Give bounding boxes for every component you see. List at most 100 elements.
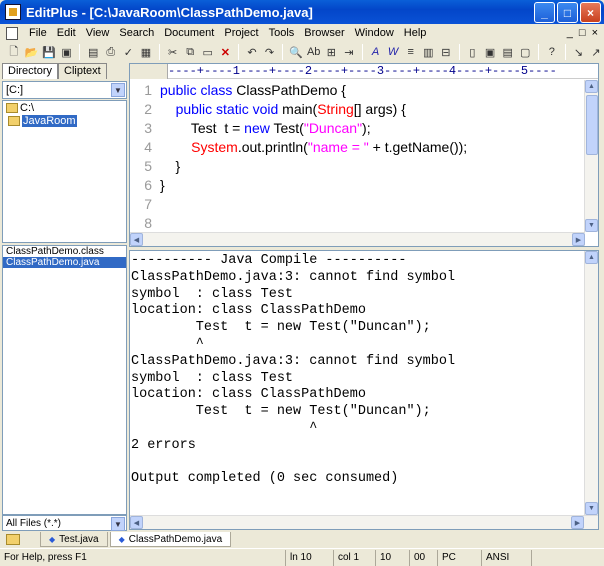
folder-icon[interactable] <box>6 534 20 545</box>
menu-project[interactable]: Project <box>219 27 263 39</box>
file-list-item-selected[interactable]: ClassPathDemo.java <box>3 257 126 268</box>
font-icon[interactable]: A <box>368 44 384 60</box>
menu-search[interactable]: Search <box>114 27 159 39</box>
line-number: 2 <box>144 100 152 117</box>
mdi-close-button[interactable]: × <box>592 27 598 39</box>
vertical-scrollbar[interactable]: ▲ ▼ <box>584 80 598 232</box>
code-line[interactable]: 3 Test t = new Test("Duncan"); <box>130 118 585 137</box>
tab-directory[interactable]: Directory <box>2 63 59 79</box>
code-line[interactable]: 4 System.out.println("name = " + t.getNa… <box>130 137 585 156</box>
word-wrap-icon[interactable]: W <box>385 44 401 60</box>
delete-icon[interactable]: ✕ <box>218 44 234 60</box>
save-all-icon[interactable]: ▣ <box>59 44 75 60</box>
maximize-button[interactable]: □ <box>557 2 578 23</box>
scroll-right-icon[interactable]: ▶ <box>572 233 585 246</box>
new-file-icon[interactable]: 🗋 <box>6 44 22 60</box>
scroll-left-icon[interactable]: ◀ <box>130 233 143 246</box>
menu-document[interactable]: Document <box>159 27 219 39</box>
menu-view[interactable]: View <box>81 27 115 39</box>
file-filter-value: All Files (*.*) <box>6 517 62 529</box>
scroll-up-icon[interactable]: ▲ <box>585 80 598 93</box>
output-line: symbol : class Test <box>131 286 294 302</box>
mdi-restore-button[interactable]: □ <box>579 27 586 39</box>
scroll-up-icon[interactable]: ▲ <box>585 251 598 264</box>
column-select-icon[interactable]: ⊟ <box>438 44 454 60</box>
find-icon[interactable]: 🔍 <box>288 44 304 60</box>
goto-icon[interactable]: ⇥ <box>341 44 357 60</box>
code-text: public class ClassPathDemo { <box>160 81 346 98</box>
output-vertical-scrollbar[interactable]: ▲ ▼ <box>584 251 598 515</box>
print-icon[interactable]: ⎙ <box>103 44 119 60</box>
tile-icon[interactable]: ▯ <box>465 44 481 60</box>
undo-icon[interactable]: ↶ <box>244 44 260 60</box>
find-in-files-icon[interactable]: ⊞ <box>324 44 340 60</box>
paste-icon[interactable]: ▭ <box>200 44 216 60</box>
ruler-icon[interactable]: ▥ <box>420 44 436 60</box>
redo-icon[interactable]: ↷ <box>262 44 278 60</box>
folder-open-icon <box>8 115 20 126</box>
directory-tree: C:\ JavaRoom <box>2 100 127 243</box>
tree-item-javaroom[interactable]: JavaRoom <box>3 114 126 127</box>
tree-item-label: C:\ <box>20 101 35 114</box>
scroll-right-icon[interactable]: ▶ <box>571 516 584 529</box>
mdi-minimize-button[interactable]: _ <box>567 27 573 39</box>
copy-icon[interactable]: ⧉ <box>182 44 198 60</box>
folder-open-icon <box>6 102 18 113</box>
horizontal-scrollbar[interactable]: ◀ ▶ <box>130 232 585 246</box>
output-window-icon[interactable]: ▤ <box>500 44 516 60</box>
cascade-icon[interactable]: ▣ <box>482 44 498 60</box>
directory-window-icon[interactable]: ▢ <box>517 44 533 60</box>
output-horizontal-scrollbar[interactable]: ◀ ▶ <box>130 515 598 529</box>
save-icon[interactable]: 💾 <box>41 44 57 60</box>
scroll-left-icon[interactable]: ◀ <box>130 516 143 529</box>
help-icon[interactable]: ? <box>544 44 560 60</box>
menu-file[interactable]: File <box>24 27 52 39</box>
app-icon[interactable] <box>5 4 21 20</box>
chevron-down-icon[interactable]: ▼ <box>111 83 125 97</box>
menu-tools[interactable]: Tools <box>264 27 300 39</box>
toolbar: 🗋 📂 💾 ▣ ▤ ⎙ ✓ ▦ ✂ ⧉ ▭ ✕ ↶ ↷ 🔍 Ab ⊞ ⇥ A W… <box>0 42 604 62</box>
toolbar-separator <box>538 44 540 60</box>
code-area[interactable]: 1 public class ClassPathDemo {2 public st… <box>130 80 585 232</box>
menu-edit[interactable]: Edit <box>52 27 81 39</box>
run-tool-2-icon[interactable]: ↗ <box>588 44 604 60</box>
drive-select[interactable]: [C:] ▼ <box>2 81 127 99</box>
minimize-button[interactable]: _ <box>534 2 555 23</box>
doc-tab-label: ClassPathDemo.java <box>128 533 223 545</box>
menu-window[interactable]: Window <box>350 27 399 39</box>
doc-tab-classpathdemo-java[interactable]: ◆ ClassPathDemo.java <box>109 532 232 547</box>
scroll-down-icon[interactable]: ▼ <box>585 502 598 515</box>
line-number: 1 <box>144 81 152 98</box>
cut-icon[interactable]: ✂ <box>165 44 181 60</box>
chevron-down-icon[interactable]: ▼ <box>111 517 125 531</box>
file-filter-select[interactable]: All Files (*.*) ▼ <box>2 515 127 531</box>
run-tool-1-icon[interactable]: ↘ <box>571 44 587 60</box>
code-text: System.out.println("name = " + t.getName… <box>191 138 468 155</box>
window-title: EditPlus - [C:\JavaRoom\ClassPathDemo.ja… <box>26 4 313 20</box>
code-line[interactable]: 1 public class ClassPathDemo { <box>130 80 585 99</box>
line-number-icon[interactable]: ≡ <box>403 44 419 60</box>
output-window[interactable]: ---------- Java Compile ---------- ClassP… <box>129 250 599 530</box>
code-line[interactable]: 7 <box>130 194 585 213</box>
document-icon[interactable] <box>6 26 18 40</box>
file-list-item[interactable]: ClassPathDemo.class <box>3 246 126 257</box>
tab-cliptext[interactable]: Cliptext <box>58 63 107 79</box>
code-line[interactable]: 8 <box>130 213 585 232</box>
menu-help[interactable]: Help <box>399 27 432 39</box>
replace-icon[interactable]: Ab <box>306 44 322 60</box>
print-preview-icon[interactable]: ▤ <box>85 44 101 60</box>
spell-check-icon[interactable]: ✓ <box>121 44 137 60</box>
code-line[interactable]: 2 public static void main(String[] args)… <box>130 99 585 118</box>
menu-browser[interactable]: Browser <box>299 27 349 39</box>
doc-tab-test-java[interactable]: ◆ Test.java <box>40 532 108 547</box>
code-line[interactable]: 5 } <box>130 156 585 175</box>
tree-item-root[interactable]: C:\ <box>3 101 126 114</box>
open-folder-icon[interactable]: 📂 <box>24 44 40 60</box>
browser-view-icon[interactable]: ▦ <box>138 44 154 60</box>
code-editor[interactable]: ----+----1----+----2----+----3----+----4… <box>129 63 599 247</box>
code-line[interactable]: 6} <box>130 175 585 194</box>
scroll-down-icon[interactable]: ▼ <box>585 219 598 232</box>
scrollbar-thumb[interactable] <box>586 95 598 155</box>
close-button[interactable]: × <box>580 2 601 23</box>
